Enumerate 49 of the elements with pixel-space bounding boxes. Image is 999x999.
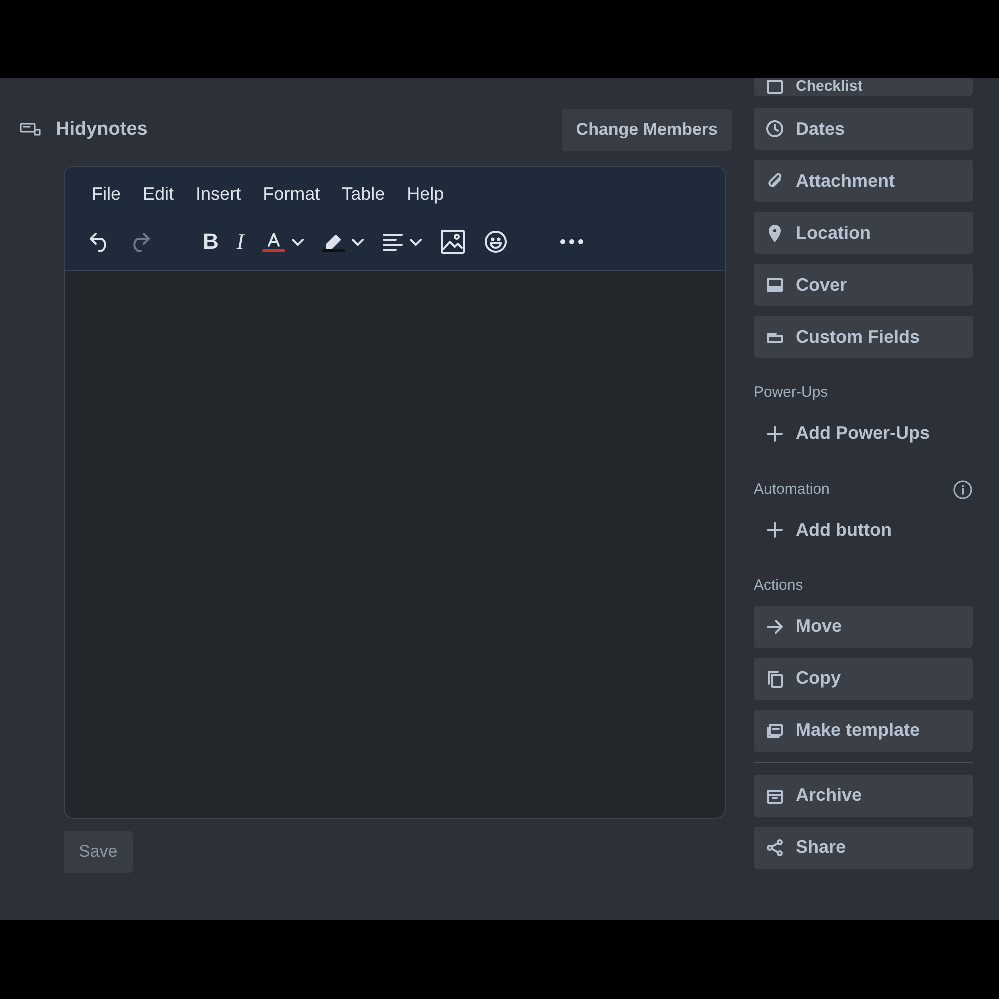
checklist-icon	[766, 78, 784, 96]
caret-icon	[352, 238, 364, 246]
section-title: Power-Ups	[754, 383, 828, 403]
card-title: Hidynotes	[56, 118, 148, 142]
sidebar-button[interactable]: Add button	[754, 509, 973, 551]
paperclip-icon	[766, 172, 784, 190]
sidebar-button[interactable]: Custom Fields	[754, 316, 973, 358]
menu-item[interactable]: Insert	[187, 177, 250, 212]
text-editor[interactable]: File Edit Insert Format Table Help B I	[64, 166, 726, 819]
menu-item[interactable]: Help	[398, 177, 454, 212]
plus-icon	[766, 424, 784, 442]
template-icon	[766, 722, 784, 740]
pin-icon	[766, 224, 784, 242]
change-members-button[interactable]: Change Members	[562, 109, 732, 151]
sidebar-button[interactable]: Make template	[754, 710, 973, 752]
menu-item[interactable]: Table	[333, 177, 394, 212]
emoji-icon	[484, 230, 508, 254]
card-icon	[20, 121, 42, 139]
sidebar-button[interactable]: Share	[754, 826, 973, 868]
sidebar-button[interactable]: Location	[754, 212, 973, 254]
sidebar-button[interactable]: Attachment	[754, 160, 973, 202]
sidebar-button[interactable]: Move	[754, 606, 973, 648]
sidebar-button[interactable]: Cover	[754, 264, 973, 306]
menu-item[interactable]: Edit	[134, 177, 184, 212]
arrow-icon	[766, 618, 784, 636]
sidebar-button[interactable]: Dates	[754, 108, 973, 150]
sidebar-button[interactable]: Archive	[754, 774, 973, 816]
menu-item[interactable]: File	[83, 177, 130, 212]
more-icon	[560, 239, 584, 245]
image-icon	[440, 229, 466, 255]
copy-icon	[766, 670, 784, 688]
cover-icon	[766, 276, 784, 294]
sidebar-button[interactable]: Checklist	[754, 78, 973, 96]
caret-icon	[410, 238, 422, 246]
info-icon	[953, 480, 973, 500]
share-icon	[766, 838, 784, 856]
text-color-icon	[262, 230, 286, 254]
sidebar-button[interactable]: Add Power-Ups	[754, 412, 973, 454]
plus-icon	[766, 521, 784, 539]
italic-button[interactable]: I	[230, 227, 250, 257]
sidebar-button[interactable]: Copy	[754, 658, 973, 700]
align-left-icon	[382, 232, 404, 252]
menu-item[interactable]: Format	[254, 177, 330, 212]
save-button[interactable]: Save	[64, 831, 133, 872]
clock-icon	[766, 120, 784, 138]
section-title: Actions	[754, 576, 804, 596]
caret-icon	[292, 238, 304, 246]
section-title: Automation	[754, 480, 830, 500]
bold-button[interactable]: B	[197, 227, 225, 257]
